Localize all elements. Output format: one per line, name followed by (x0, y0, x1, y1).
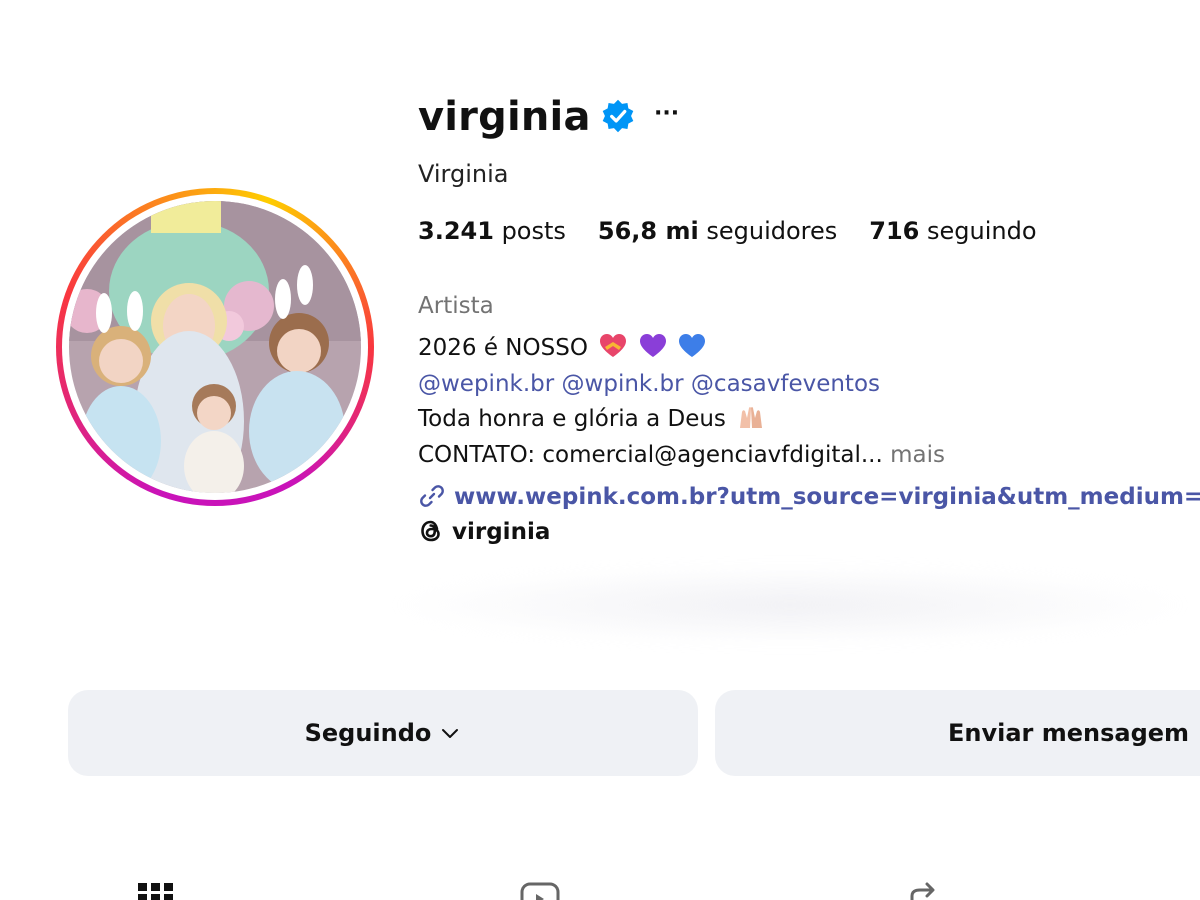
verified-badge-icon (602, 99, 634, 133)
following-button[interactable]: Seguindo (68, 690, 698, 776)
bio-mentions: @wepink.br @wpink.br @casavfeventos (418, 368, 880, 400)
send-message-button[interactable]: Enviar mensagem (715, 690, 1200, 776)
mention-link-wepink[interactable]: @wepink.br (418, 371, 554, 397)
threads-handle[interactable]: virginia (452, 519, 550, 545)
profile-stats: 3.241 posts 56,8 mi seguidores 716 segui… (418, 215, 1037, 247)
grid-icon[interactable] (136, 880, 176, 900)
profile-avatar-story-ring[interactable] (56, 188, 374, 506)
purple-heart-icon (639, 334, 666, 357)
tagged-icon[interactable] (904, 880, 944, 900)
bio-line-1: 2026 é NOSSO (418, 332, 706, 364)
reels-icon[interactable] (520, 880, 560, 900)
blue-heart-icon (678, 334, 705, 357)
bio-more-link[interactable]: mais (890, 442, 945, 468)
bio-line-4: CONTATO: comercial@agenciavfdigital... m… (418, 442, 945, 468)
threads-badge[interactable]: virginia (418, 515, 550, 549)
posts-count[interactable]: 3.241 posts (418, 215, 566, 247)
external-link-text[interactable]: www.wepink.com.br?utm_source=virginia&ut… (454, 484, 1200, 510)
profile-category: Artista (418, 293, 494, 319)
mention-link-wpink[interactable]: @wpink.br (562, 371, 684, 397)
full-name: Virginia (418, 160, 509, 188)
chevron-down-icon (442, 729, 459, 738)
external-link[interactable]: www.wepink.com.br?utm_source=virginia&ut… (418, 480, 1200, 514)
username: virginia (418, 94, 591, 140)
mention-link-casavfeventos[interactable]: @casavfeventos (691, 371, 880, 397)
bio-line-3: Toda honra e glória a Deus (418, 403, 765, 435)
blurred-region (390, 565, 1190, 645)
profile-page: virginia ··· Virginia 3.241 posts 56,8 m… (0, 0, 1200, 900)
followers-count[interactable]: 56,8 mi seguidores (598, 215, 837, 247)
avatar[interactable] (69, 201, 361, 493)
avatar-photo-image (69, 201, 361, 493)
more-options-icon[interactable]: ··· (654, 100, 679, 128)
heart-with-ribbon-icon (600, 334, 627, 357)
following-count[interactable]: 716 seguindo (869, 215, 1036, 247)
link-icon (420, 485, 444, 507)
raised-hands-icon (740, 407, 763, 428)
threads-icon (421, 520, 440, 542)
